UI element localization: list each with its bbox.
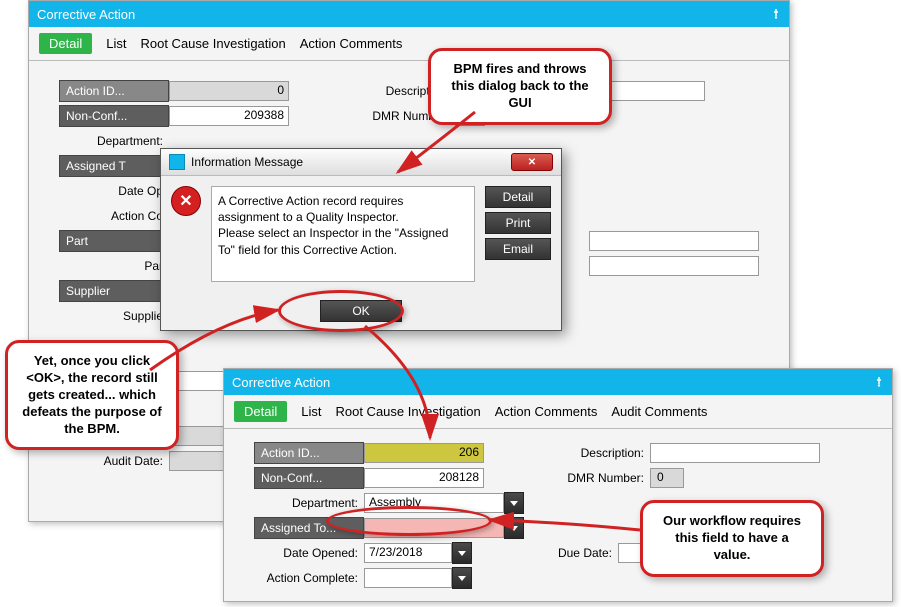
title-bar-1: Corrective Action: [29, 1, 789, 27]
tab-row-2: Detail List Root Cause Investigation Act…: [224, 395, 892, 429]
date-opened-label-2: Date Opened:: [254, 546, 364, 560]
dept-dropdown-2[interactable]: [504, 492, 524, 514]
tab-row-1: Detail List Root Cause Investigation Act…: [29, 27, 789, 61]
dialog-title-text: Information Message: [191, 155, 303, 169]
dialog-close-button[interactable]: ✕: [511, 153, 553, 171]
nonconf-label-2[interactable]: Non-Conf...: [254, 467, 364, 489]
dialog-title-bar: Information Message ✕: [161, 149, 561, 176]
action-complete-input-2[interactable]: [364, 568, 452, 588]
part-input-1[interactable]: [589, 231, 759, 251]
action-id-label-2[interactable]: Action ID...: [254, 442, 364, 464]
par-label-1: Par: [59, 259, 169, 273]
action-co-label-1: Action Co: [59, 209, 169, 223]
dialog-email-button[interactable]: Email: [485, 238, 551, 260]
title-text-2: Corrective Action: [232, 375, 330, 390]
oval-assigned: [326, 506, 492, 536]
supplie-label-1: Supplie: [59, 309, 169, 323]
dialog-detail-button[interactable]: Detail: [485, 186, 551, 208]
pin-icon-2[interactable]: [874, 377, 884, 387]
nonconf-value-1[interactable]: 209388: [169, 106, 289, 126]
action-complete-label-2: Action Complete:: [254, 571, 364, 585]
dept-label-1: Department:: [59, 134, 169, 148]
supplier-label-1[interactable]: Supplier: [59, 280, 169, 302]
tab-root-cause-2[interactable]: Root Cause Investigation: [335, 404, 480, 419]
date-opened-value-2[interactable]: 7/23/2018: [364, 543, 452, 563]
action-id-value-1: 0: [169, 81, 289, 101]
desc-label-2: Description:: [544, 446, 650, 460]
date-opened-picker-2[interactable]: [452, 542, 472, 564]
action-id-value-2[interactable]: 206: [364, 443, 484, 463]
dmr-value-2: 0: [650, 468, 684, 488]
tab-detail-1[interactable]: Detail: [39, 33, 92, 54]
callout-top: BPM fires and throws this dialog back to…: [428, 48, 612, 125]
tab-audit-comments-2[interactable]: Audit Comments: [611, 404, 707, 419]
nonconf-label-1[interactable]: Non-Conf...: [59, 105, 169, 127]
callout-right: Our workflow requires this field to have…: [640, 500, 824, 577]
oval-ok: [278, 290, 404, 332]
part-label-1[interactable]: Part: [59, 230, 169, 252]
dialog-print-button[interactable]: Print: [485, 212, 551, 234]
dept-label-2: Department:: [254, 496, 364, 510]
audit-date-label-1: Audit Date:: [59, 454, 169, 468]
date-open-label-1: Date Op: [59, 184, 169, 198]
action-id-label-1[interactable]: Action ID...: [59, 80, 169, 102]
title-bar-2: Corrective Action: [224, 369, 892, 395]
assigned-dropdown-2[interactable]: [504, 517, 524, 539]
tab-root-cause-1[interactable]: Root Cause Investigation: [140, 36, 285, 51]
tab-action-comments-1[interactable]: Action Comments: [300, 36, 403, 51]
pin-icon[interactable]: [771, 9, 781, 19]
tab-list-1[interactable]: List: [106, 36, 126, 51]
nonconf-value-2[interactable]: 208128: [364, 468, 484, 488]
tab-detail-2[interactable]: Detail: [234, 401, 287, 422]
title-text-1: Corrective Action: [37, 7, 135, 22]
callout-left: Yet, once you click <OK>, the record sti…: [5, 340, 179, 450]
assigned-label-1[interactable]: Assigned T: [59, 155, 169, 177]
dialog-icon: [169, 154, 185, 170]
tab-list-2[interactable]: List: [301, 404, 321, 419]
desc-input-2[interactable]: [650, 443, 820, 463]
due-date-label-2: Due Date:: [532, 546, 618, 560]
dmr-label-2: DMR Number:: [544, 471, 650, 485]
error-icon: ✕: [171, 186, 201, 216]
action-complete-picker-2[interactable]: [452, 567, 472, 589]
par-input-1[interactable]: [589, 256, 759, 276]
tab-action-comments-2[interactable]: Action Comments: [495, 404, 598, 419]
dialog-message: A Corrective Action record requires assi…: [211, 186, 475, 282]
